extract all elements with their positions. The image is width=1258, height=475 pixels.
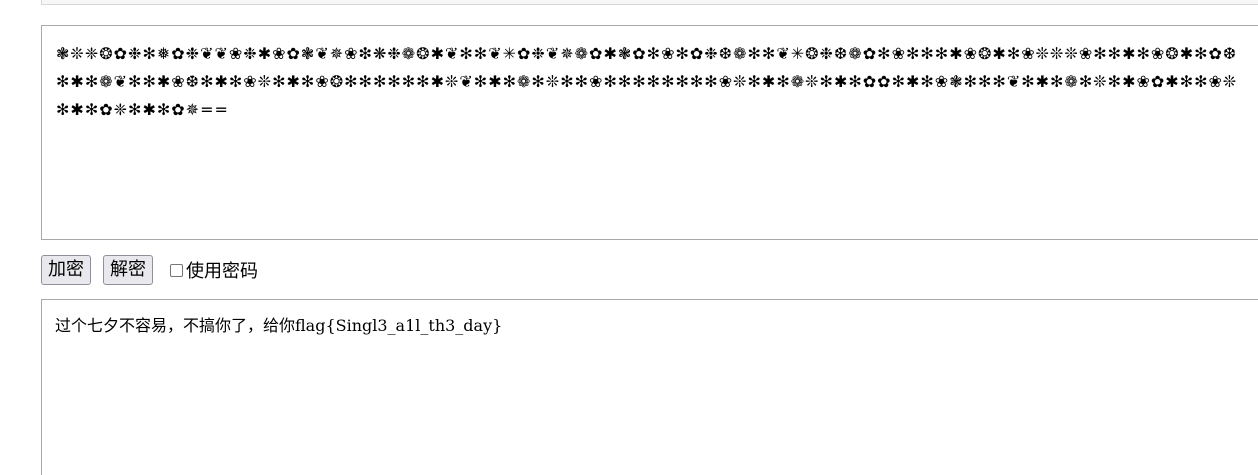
decrypt-button[interactable]: 解密	[103, 255, 153, 285]
ciphertext-content: ❃❊❈❂✿❉✻❅✿❉❦❦❀❉✱❀✿❃❦✵❀❇❋❉❁❂✱❦✻✻❦✳✿❉❦✵❁✿✱❃…	[56, 44, 1238, 119]
result-textarea[interactable]: 过个七夕不容易，不搞你了，给你flag{Singl3_a1l_th3_day}	[41, 299, 1258, 475]
use-password-option[interactable]: 使用密码	[170, 257, 258, 283]
result-content: 过个七夕不容易，不搞你了，给你flag{Singl3_a1l_th3_day}	[55, 316, 503, 335]
previous-field-edge	[41, 0, 1258, 5]
use-password-checkbox[interactable]	[170, 263, 183, 277]
ciphertext-textarea[interactable]: ❃❊❈❂✿❉✻❅✿❉❦❦❀❉✱❀✿❃❦✵❀❇❋❉❁❂✱❦✻✻❦✳✿❉❦✵❁✿✱❃…	[41, 25, 1258, 240]
encrypt-button[interactable]: 加密	[41, 255, 91, 285]
use-password-label: 使用密码	[186, 261, 258, 282]
action-bar: 加密 解密 使用密码	[41, 255, 258, 285]
